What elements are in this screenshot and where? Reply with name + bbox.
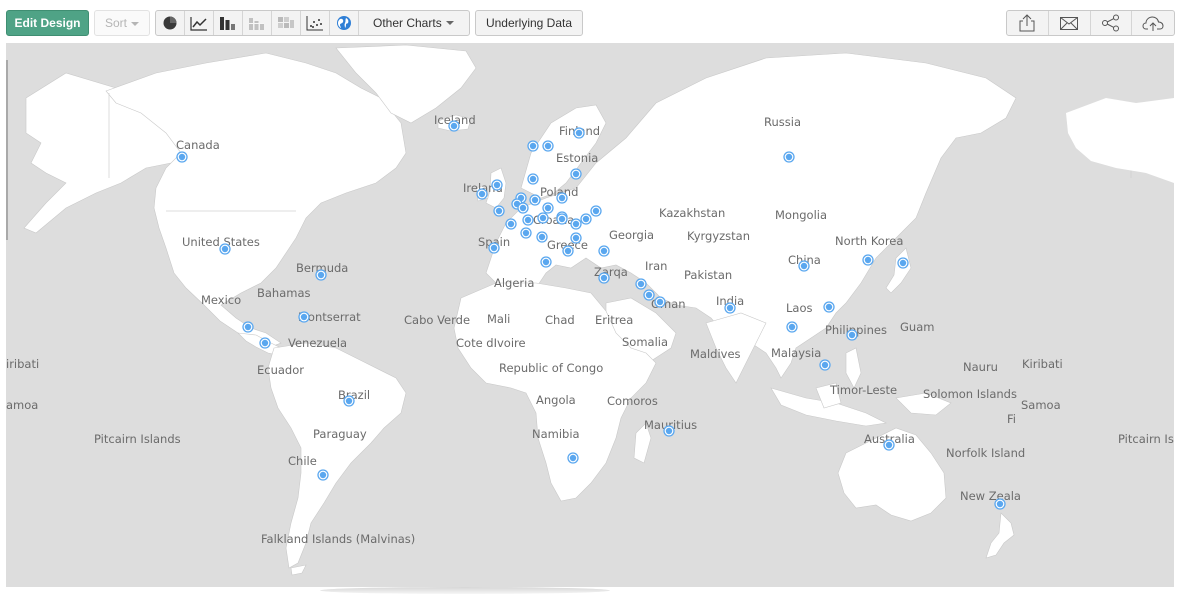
chart-type-group: Other Charts — [155, 10, 470, 36]
map-marker-romania[interactable] — [570, 218, 582, 230]
map-marker-uk[interactable] — [491, 179, 503, 191]
map-marker-uae[interactable] — [654, 296, 666, 308]
geo-map[interactable]: Canada United States Bermuda Mexico Bahamas M… — [6, 43, 1174, 587]
map-marker-thailand[interactable] — [786, 321, 798, 333]
map-marker-monaco[interactable] — [520, 227, 532, 239]
publish-button[interactable] — [1132, 11, 1174, 35]
map-marker-philippines[interactable] — [846, 329, 858, 341]
map-marker-norway[interactable] — [527, 140, 539, 152]
map-marker-malaysia[interactable] — [819, 359, 831, 371]
pie-chart-icon — [163, 16, 177, 30]
map-marker-turkey[interactable] — [598, 245, 610, 257]
stacked-bar-chart-icon — [249, 18, 264, 30]
globe-icon — [337, 16, 351, 30]
map-marker-china[interactable] — [798, 260, 810, 272]
map-shadow — [320, 587, 610, 594]
sort-label: Sort — [104, 16, 127, 30]
scatter-chart-button[interactable] — [301, 11, 330, 35]
share-button[interactable] — [1091, 11, 1133, 35]
map-marker-central-america-2[interactable] — [259, 337, 271, 349]
map-marker-iceland[interactable] — [448, 120, 460, 132]
other-charts-dropdown[interactable]: Other Charts — [359, 11, 468, 35]
map-marker-germany[interactable] — [529, 194, 541, 206]
map-marker-france-west[interactable] — [493, 205, 505, 217]
sort-button[interactable]: Sort — [94, 10, 150, 36]
map-marker-switzerland[interactable] — [522, 214, 534, 226]
cloud-upload-icon — [1142, 16, 1164, 31]
map-marker-japan[interactable] — [897, 257, 909, 269]
map-marker-denmark[interactable] — [527, 173, 539, 185]
map-marker-sweden[interactable] — [542, 140, 554, 152]
map-marker-south-korea[interactable] — [862, 254, 874, 266]
map-marker-argentina[interactable] — [317, 469, 329, 481]
map-marker-kuwait[interactable] — [643, 289, 655, 301]
map-marker-greece[interactable] — [562, 245, 574, 257]
heatmap-button[interactable] — [272, 11, 301, 35]
map-marker-bulgaria[interactable] — [570, 232, 582, 244]
chevron-down-icon — [445, 21, 454, 25]
map-marker-brazil[interactable] — [343, 395, 355, 407]
map-marker-ukraine[interactable] — [590, 205, 602, 217]
map-marker-india[interactable] — [724, 302, 736, 314]
map-markers — [176, 120, 1006, 510]
map-marker-italy[interactable] — [536, 231, 548, 243]
map-marker-south-africa[interactable] — [567, 452, 579, 464]
action-group — [1006, 10, 1175, 36]
map-marker-jordan[interactable] — [598, 272, 610, 284]
bar-chart-icon — [220, 17, 235, 30]
heatmap-icon — [278, 17, 294, 28]
map-marker-central-america-1[interactable] — [242, 321, 254, 333]
map-marker-united-states[interactable] — [219, 243, 231, 255]
line-chart-button[interactable] — [185, 11, 214, 35]
map-marker-france-south[interactable] — [505, 218, 517, 230]
scatter-chart-icon — [306, 16, 323, 31]
email-icon — [1060, 17, 1079, 30]
email-button[interactable] — [1049, 11, 1091, 35]
map-marker-estonia[interactable] — [570, 168, 582, 180]
stacked-bar-chart-button[interactable] — [243, 11, 272, 35]
export-button[interactable] — [1007, 11, 1049, 35]
map-marker-mauritius[interactable] — [663, 425, 675, 437]
geo-map-button[interactable] — [330, 11, 359, 35]
map-marker-spain[interactable] — [488, 242, 500, 254]
export-icon — [1019, 14, 1035, 32]
map-marker-iraq[interactable] — [635, 278, 647, 290]
map-marker-poland[interactable] — [556, 192, 568, 204]
other-charts-label: Other Charts — [373, 16, 442, 30]
map-marker-czech[interactable] — [542, 202, 554, 214]
map-marker-malta[interactable] — [540, 256, 552, 268]
map-marker-hong-kong[interactable] — [823, 301, 835, 313]
map-resize-handle[interactable] — [6, 60, 8, 240]
toolbar: Edit Design Sort Other Charts Underlying… — [0, 0, 1180, 42]
pie-chart-button[interactable] — [156, 11, 185, 35]
underlying-data-button[interactable]: Underlying Data — [475, 10, 583, 36]
map-marker-russia[interactable] — [783, 151, 795, 163]
map-marker-australia[interactable] — [883, 439, 895, 451]
map-marker-canada[interactable] — [176, 151, 188, 163]
map-marker-new-zealand[interactable] — [994, 498, 1006, 510]
line-chart-icon — [190, 17, 207, 31]
edit-design-button[interactable]: Edit Design — [6, 10, 89, 36]
map-marker-austria[interactable] — [537, 212, 549, 224]
map-marker-hungary[interactable] — [556, 213, 568, 225]
bar-chart-button[interactable] — [214, 11, 243, 35]
map-marker-luxembourg[interactable] — [517, 202, 529, 214]
chevron-down-icon — [131, 21, 139, 26]
share-icon — [1101, 14, 1119, 32]
map-marker-ireland[interactable] — [476, 188, 488, 200]
map-marker-finland[interactable] — [573, 127, 585, 139]
map-marker-moldova[interactable] — [580, 213, 592, 225]
map-marker-montserrat[interactable] — [298, 311, 310, 323]
map-marker-bermuda[interactable] — [315, 269, 327, 281]
